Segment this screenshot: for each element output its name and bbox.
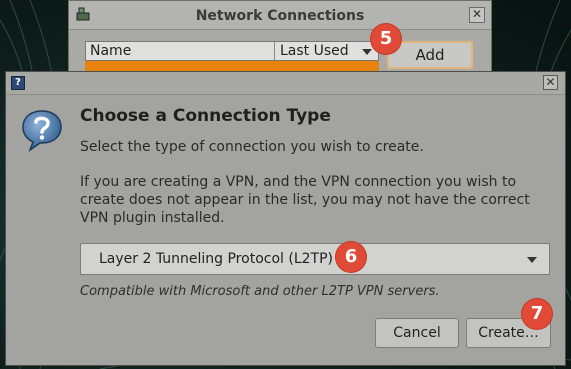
vpn-info-text: If you are creating a VPN, and the VPN c… xyxy=(80,174,530,226)
question-bubble-icon xyxy=(22,110,62,152)
connections-list-header: Name Last Used xyxy=(85,41,379,61)
dialog-subtitle: Select the type of connection you wish t… xyxy=(80,139,424,155)
add-button[interactable]: Add xyxy=(387,41,473,69)
cancel-button[interactable]: Cancel xyxy=(375,318,459,348)
bg-window-title: Network Connections xyxy=(195,8,365,24)
dialog-titlebar: ? ✕ xyxy=(6,72,565,95)
chevron-down-icon xyxy=(527,257,537,263)
connection-type-description: Compatible with Microsoft and other L2TP… xyxy=(80,284,440,299)
close-icon[interactable]: ✕ xyxy=(543,75,558,90)
close-icon[interactable]: ✕ xyxy=(469,7,485,23)
step-badge-create: 7 xyxy=(522,299,552,329)
column-header-name[interactable]: Name xyxy=(90,43,131,59)
column-divider xyxy=(274,42,275,60)
help-icon: ? xyxy=(11,76,25,90)
sort-down-icon xyxy=(362,49,372,55)
step-badge-select: 6 xyxy=(336,242,366,272)
bg-window-titlebar: Network Connections ✕ xyxy=(69,1,491,30)
dialog-heading: Choose a Connection Type xyxy=(80,106,331,126)
network-connections-window: Network Connections ✕ Name Last Used Add xyxy=(68,0,492,80)
column-header-last-used[interactable]: Last Used xyxy=(280,43,349,59)
connection-type-value: Layer 2 Tunneling Protocol (L2TP) xyxy=(99,251,333,267)
step-badge-add: 5 xyxy=(371,24,401,54)
choose-connection-type-dialog: ? ✕ Choose a Connection Type Select the … xyxy=(5,71,566,366)
connection-type-select[interactable]: Layer 2 Tunneling Protocol (L2TP) xyxy=(80,243,550,275)
